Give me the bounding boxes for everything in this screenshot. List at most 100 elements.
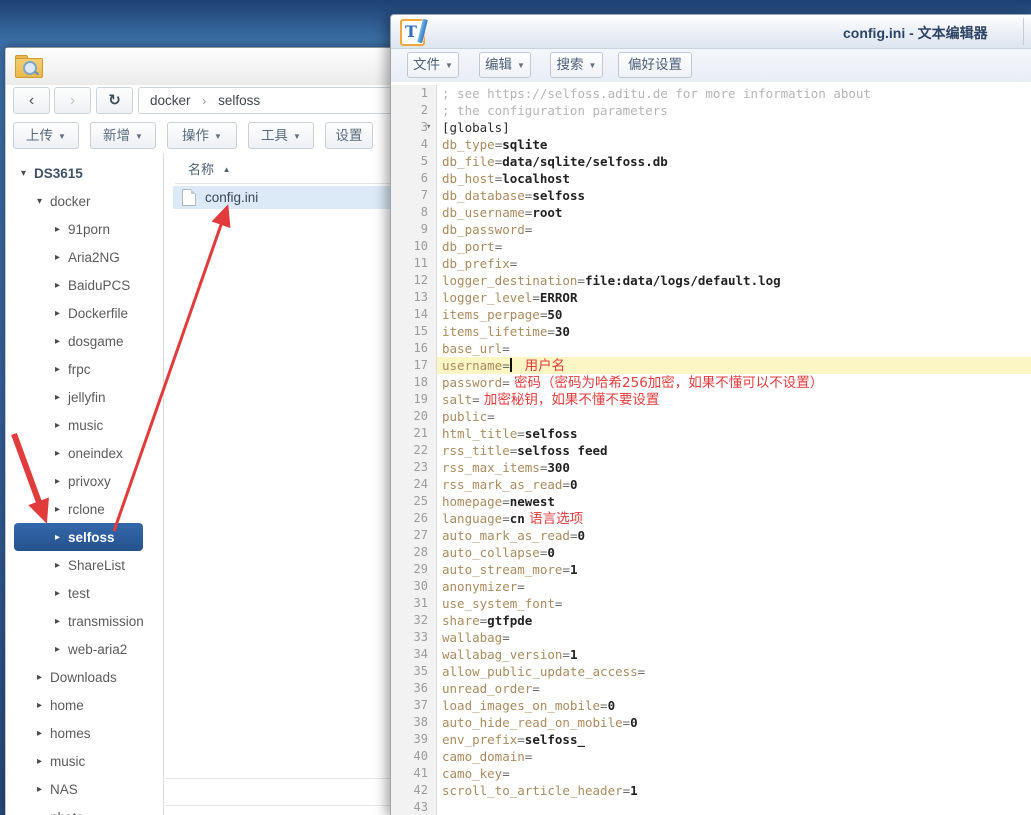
editor-line-29[interactable]: 29auto_stream_more=1 [391,561,1031,578]
editor-line-4[interactable]: 4db_type=sqlite [391,136,1031,153]
triangle-right-icon[interactable]: ▸ [52,308,63,319]
editor-line-33[interactable]: 33wallabag= [391,629,1031,646]
editor-menu-button-2[interactable]: 编辑▼ [479,52,531,78]
editor-line-25[interactable]: 25homepage=newest [391,493,1031,510]
fs-toolbar-button-2[interactable]: 新增▼ [90,122,156,149]
triangle-right-icon[interactable]: ▸ [34,756,45,767]
tree-item-nas[interactable]: ▸NAS [6,775,163,803]
refresh-button[interactable]: ↻ [96,87,133,114]
tree-item-oneindex[interactable]: ▸oneindex [6,439,163,467]
fs-toolbar-button-4[interactable]: 工具▼ [248,122,314,149]
editor-line-26[interactable]: 26language=cn 语言选项 [391,510,1031,527]
tree-item-privoxy[interactable]: ▸privoxy [6,467,163,495]
tree-item-docker[interactable]: ▾docker [6,187,163,215]
triangle-right-icon[interactable]: ▸ [52,448,63,459]
tree-item-ds3615[interactable]: ▾DS3615 [6,159,163,187]
triangle-right-icon[interactable]: ▸ [52,476,63,487]
editor-line-9[interactable]: 9db_password= [391,221,1031,238]
back-button[interactable]: ‹ [13,87,50,114]
triangle-right-icon[interactable]: ▸ [34,672,45,683]
editor-line-13[interactable]: 13logger_level=ERROR [391,289,1031,306]
tree-item-music[interactable]: ▸music [6,747,163,775]
editor-line-12[interactable]: 12logger_destination=file:data/logs/defa… [391,272,1031,289]
triangle-down-icon[interactable]: ▾ [34,196,45,207]
tree-item-frpc[interactable]: ▸frpc [6,355,163,383]
tree-item-home[interactable]: ▸home [6,691,163,719]
triangle-right-icon[interactable]: ▸ [52,504,63,515]
fs-toolbar-button-3[interactable]: 操作▼ [167,122,237,149]
editor-line-24[interactable]: 24rss_mark_as_read=0 [391,476,1031,493]
editor-line-27[interactable]: 27auto_mark_as_read=0 [391,527,1031,544]
tree-item-aria2ng[interactable]: ▸Aria2NG [6,243,163,271]
editor-line-20[interactable]: 20public= [391,408,1031,425]
editor-line-8[interactable]: 8db_username=root [391,204,1031,221]
editor-line-37[interactable]: 37load_images_on_mobile=0 [391,697,1031,714]
tree-item-91porn[interactable]: ▸91porn [6,215,163,243]
editor-line-23[interactable]: 23rss_max_items=300 [391,459,1031,476]
triangle-right-icon[interactable]: ▸ [52,532,63,543]
editor-line-15[interactable]: 15items_lifetime=30 [391,323,1031,340]
editor-line-38[interactable]: 38auto_hide_read_on_mobile=0 [391,714,1031,731]
editor-line-1[interactable]: 1; see https://selfoss.aditu.de for more… [391,85,1031,102]
editor-line-21[interactable]: 21html_title=selfoss [391,425,1031,442]
editor-line-7[interactable]: 7db_database=selfoss [391,187,1031,204]
tree-item-baidupcs[interactable]: ▸BaiduPCS [6,271,163,299]
tree-item-sharelist[interactable]: ▸ShareList [6,551,163,579]
editor-line-16[interactable]: 16base_url= [391,340,1031,357]
editor-line-40[interactable]: 40camo_domain= [391,748,1031,765]
editor-line-2[interactable]: 2; the configuration parameters [391,102,1031,119]
editor-menu-button-3[interactable]: 搜索▼ [550,52,603,78]
tree-item-homes[interactable]: ▸homes [6,719,163,747]
editor-line-39[interactable]: 39env_prefix=selfoss_ [391,731,1031,748]
editor-line-6[interactable]: 6db_host=localhost [391,170,1031,187]
editor-line-10[interactable]: 10db_port= [391,238,1031,255]
editor-titlebar[interactable]: T config.ini - 文本编辑器 [391,15,1031,49]
tree-item-transmission[interactable]: ▸transmission [6,607,163,635]
triangle-right-icon[interactable]: ▸ [34,700,45,711]
triangle-right-icon[interactable]: ▸ [34,784,45,795]
triangle-right-icon[interactable]: ▸ [52,252,63,263]
breadcrumb-item-selfoss[interactable]: selfoss [218,93,260,108]
tree-item-rclone[interactable]: ▸rclone [6,495,163,523]
editor-line-5[interactable]: 5db_file=data/sqlite/selfoss.db [391,153,1031,170]
editor-line-42[interactable]: 42scroll_to_article_header=1 [391,782,1031,799]
triangle-right-icon[interactable]: ▸ [52,644,63,655]
editor-line-14[interactable]: 14items_perpage=50 [391,306,1031,323]
tree-item-music[interactable]: ▸music [6,411,163,439]
editor-line-32[interactable]: 32share=gtfpde [391,612,1031,629]
triangle-right-icon[interactable]: ▸ [52,420,63,431]
tree-item-dockerfile[interactable]: ▸Dockerfile [6,299,163,327]
editor-line-31[interactable]: 31use_system_font= [391,595,1031,612]
editor-line-35[interactable]: 35allow_public_update_access= [391,663,1031,680]
triangle-right-icon[interactable]: ▸ [52,392,63,403]
editor-line-34[interactable]: 34wallabag_version=1 [391,646,1031,663]
tree-item-jellyfin[interactable]: ▸jellyfin [6,383,163,411]
tree-item-selfoss[interactable]: ▸selfoss [14,523,143,551]
triangle-right-icon[interactable]: ▸ [34,812,45,815]
editor-line-3[interactable]: 3▾[globals] [391,119,1031,136]
triangle-right-icon[interactable]: ▸ [52,280,63,291]
triangle-right-icon[interactable]: ▸ [52,224,63,235]
fs-toolbar-button-1[interactable]: 上传▼ [13,122,79,149]
triangle-right-icon[interactable]: ▸ [52,560,63,571]
tree-item-dosgame[interactable]: ▸dosgame [6,327,163,355]
editor-menu-button-1[interactable]: 文件▼ [407,52,459,78]
editor-line-36[interactable]: 36unread_order= [391,680,1031,697]
editor-line-19[interactable]: 19salt= 加密秘钥，如果不懂不要设置 [391,391,1031,408]
forward-button[interactable]: › [54,87,91,114]
tree-item-photo[interactable]: ▸photo [6,803,163,815]
editor-line-11[interactable]: 11db_prefix= [391,255,1031,272]
triangle-right-icon[interactable]: ▸ [34,728,45,739]
editor-line-22[interactable]: 22rss_title=selfoss feed [391,442,1031,459]
triangle-right-icon[interactable]: ▸ [52,616,63,627]
tree-item-downloads[interactable]: ▸Downloads [6,663,163,691]
fs-toolbar-button-5[interactable]: 设置 [325,122,373,149]
triangle-right-icon[interactable]: ▸ [52,336,63,347]
editor-menu-button-4[interactable]: 偏好设置 [618,52,692,78]
editor-line-41[interactable]: 41camo_key= [391,765,1031,782]
editor-line-30[interactable]: 30anonymizer= [391,578,1031,595]
triangle-right-icon[interactable]: ▸ [52,588,63,599]
editor-line-17[interactable]: 17username= 用户名 [391,357,1031,374]
triangle-down-icon[interactable]: ▾ [18,168,29,179]
tree-item-web-aria2[interactable]: ▸web-aria2 [6,635,163,663]
